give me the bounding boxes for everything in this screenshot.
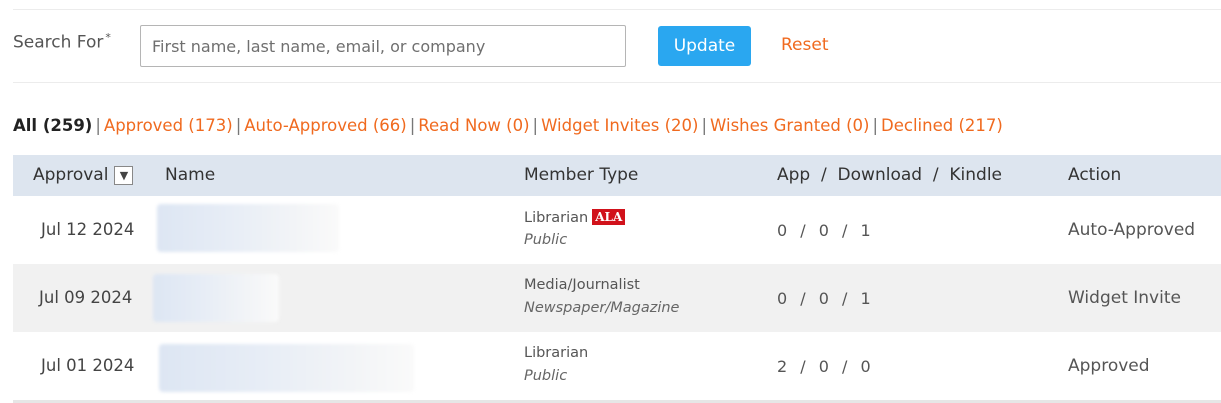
filter-separator: | [701, 116, 708, 135]
action-status: Approved [1068, 356, 1150, 376]
ala-badge: ALA [592, 209, 626, 225]
approval-date: Jul 09 2024 [39, 288, 133, 307]
member-type-column-header: Member Type [524, 165, 639, 185]
approval-date: Jul 12 2024 [41, 220, 135, 239]
approval-date: Jul 01 2024 [41, 356, 135, 375]
search-label-text: Search For [13, 32, 104, 53]
member-type: Media/Journalist [524, 277, 640, 293]
filter-widget-invites[interactable]: Widget Invites (20) [541, 116, 698, 135]
filter-wishes-granted[interactable]: Wishes Granted (0) [710, 116, 869, 135]
app-download-kindle-counts: 0 / 0 / 1 [777, 221, 872, 240]
approval-column-header[interactable]: Approval ▼ [33, 165, 134, 185]
app-download-kindle-counts: 2 / 0 / 0 [777, 357, 872, 376]
table-row[interactable]: Jul 09 2024 Media/Journalist Newspaper/M… [13, 264, 1221, 332]
action-column-header: Action [1068, 165, 1122, 185]
approvals-table: Approval ▼ Name Member Type App / Downloa… [13, 155, 1221, 403]
action-status: Widget Invite [1068, 288, 1181, 308]
top-divider [13, 9, 1221, 10]
filter-approved[interactable]: Approved (173) [104, 116, 233, 135]
action-status: Auto-Approved [1068, 220, 1196, 240]
filter-auto-approved[interactable]: Auto-Approved (66) [244, 116, 406, 135]
redacted-name [153, 274, 279, 322]
member-type: Librarian [524, 345, 589, 361]
filter-all[interactable]: All (259) [13, 116, 92, 135]
member-subtype: Public [524, 368, 568, 384]
name-column-header: Name [165, 165, 216, 185]
member-type-label: Librarian [524, 210, 589, 226]
search-input[interactable] [140, 25, 626, 67]
member-subtype: Public [524, 232, 568, 248]
search-divider [13, 82, 1221, 83]
filter-read-now[interactable]: Read Now (0) [418, 116, 529, 135]
redacted-name [159, 344, 414, 392]
required-mark: * [105, 31, 111, 44]
counts-column-header: App / Download / Kindle [777, 165, 1003, 185]
filter-separator: | [235, 116, 242, 135]
filter-separator: | [95, 116, 101, 135]
reset-link[interactable]: Reset [781, 35, 829, 55]
sort-dropdown-icon[interactable]: ▼ [114, 165, 134, 185]
filter-separator: | [872, 116, 879, 135]
filter-declined[interactable]: Declined (217) [881, 116, 1003, 135]
filter-bar: All (259) | Approved (173) | Auto-Approved (… [13, 116, 1003, 135]
table-row[interactable]: Jul 01 2024 Librarian Public 2 / 0 / 0 A… [13, 332, 1221, 400]
app-download-kindle-counts: 0 / 0 / 1 [777, 289, 872, 308]
member-subtype: Newspaper/Magazine [524, 300, 680, 316]
filter-separator: | [409, 116, 416, 135]
filter-separator: | [532, 116, 539, 135]
approval-header-label: Approval [33, 165, 109, 185]
update-button[interactable]: Update [658, 26, 751, 66]
search-label: Search For * [13, 31, 111, 53]
table-row[interactable]: Jul 12 2024 Librarian ALA Public 0 / 0 / … [13, 196, 1221, 264]
redacted-name [157, 204, 339, 252]
table-header: Approval ▼ Name Member Type App / Downloa… [13, 155, 1221, 196]
member-type: Librarian ALA [524, 209, 626, 226]
